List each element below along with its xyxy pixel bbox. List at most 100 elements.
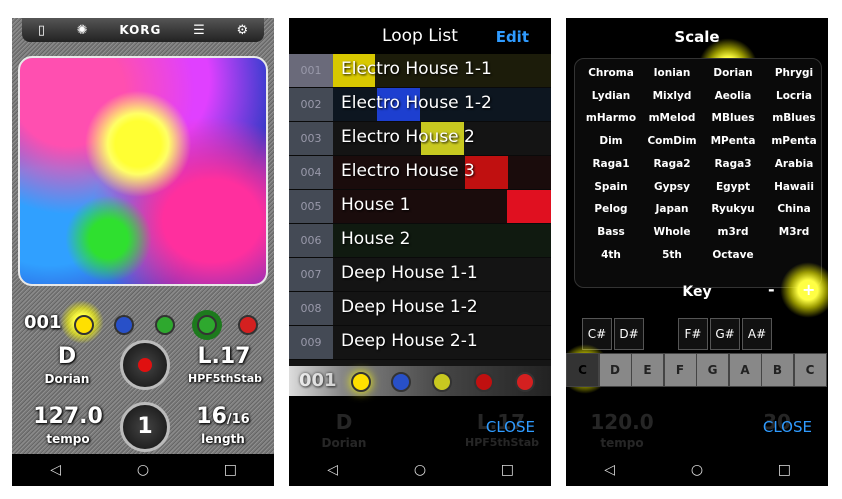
list-item[interactable]: 001 Electro House 1-1 [289, 54, 551, 88]
close-button[interactable]: CLOSE [486, 418, 535, 436]
loop-dot-5[interactable] [238, 315, 258, 335]
recent-apps-icon[interactable]: □ [764, 462, 804, 478]
loop-dot-5[interactable] [515, 372, 535, 392]
key-minus-button[interactable]: - [768, 280, 775, 299]
scale-option[interactable]: mHarmo [581, 112, 641, 124]
list-item[interactable]: 009 Deep House 2-1 [289, 326, 551, 360]
scale-option[interactable]: ComDim [642, 135, 702, 147]
home-icon[interactable]: ○ [123, 462, 163, 478]
back-icon[interactable]: ◁ [590, 462, 630, 478]
piano-key-black[interactable]: A# [742, 318, 772, 350]
loop-dot-3[interactable] [432, 372, 452, 392]
length-value[interactable]: 16/16 [188, 404, 258, 429]
scale-option[interactable]: Aeolia [703, 90, 763, 102]
scale-option[interactable]: MPenta [703, 135, 763, 147]
scale-option[interactable]: Bass [581, 226, 641, 238]
piano-key-black[interactable]: G# [710, 318, 740, 350]
key-value[interactable]: D [42, 344, 92, 369]
scale-grid: Chroma Ionian Dorian Phrygi Lydian Mixlyd Aeol… [574, 58, 822, 288]
recent-apps-icon[interactable]: □ [210, 462, 250, 478]
piano-key-white[interactable]: A [728, 353, 762, 387]
piano-key-black[interactable]: D# [614, 318, 644, 350]
scale-value[interactable]: Dorian [32, 372, 102, 386]
scale-option[interactable]: m3rd [703, 226, 763, 238]
scale-option[interactable]: Mixlyd [642, 90, 702, 102]
loop-dot-2[interactable] [391, 372, 411, 392]
list-item[interactable]: 002 Electro House 1-2 [289, 88, 551, 122]
list-item[interactable]: 008 Deep House 1-2 [289, 292, 551, 326]
scale-option[interactable]: Hawaii [764, 181, 824, 193]
scale-option[interactable]: 4th [581, 249, 641, 261]
piano-key-white[interactable]: D [598, 353, 632, 387]
scale-option[interactable]: MBlues [703, 112, 763, 124]
sound-code[interactable]: L.17 [184, 344, 264, 369]
loop-dot-4[interactable] [197, 315, 217, 335]
loop-dot-1[interactable] [74, 315, 94, 335]
piano-key-white[interactable]: F [663, 353, 697, 387]
back-icon[interactable]: ◁ [36, 462, 76, 478]
close-button[interactable]: CLOSE [763, 418, 812, 436]
scale-option[interactable]: mBlues [764, 112, 824, 124]
loop-number: 008 [289, 292, 333, 325]
piano-key-white[interactable]: C [793, 353, 827, 387]
korg-logo: KORG [119, 23, 162, 37]
piano-key-white[interactable]: G [696, 353, 729, 387]
scale-option[interactable]: Raga3 [703, 158, 763, 170]
scale-option[interactable]: Ionian [642, 67, 702, 79]
piano-key-white[interactable]: B [761, 353, 794, 387]
scale-option[interactable]: Raga1 [581, 158, 641, 170]
scale-option[interactable]: Gypsy [642, 181, 702, 193]
scale-option[interactable]: Ryukyu [703, 203, 763, 215]
scale-option[interactable]: Lydian [581, 90, 641, 102]
scale-option[interactable]: 5th [642, 249, 702, 261]
record-button[interactable] [120, 340, 170, 390]
scale-option[interactable]: Dorian [703, 67, 763, 79]
home-icon[interactable]: ○ [400, 462, 440, 478]
piano-key-white[interactable]: E [631, 353, 664, 387]
sound-name[interactable]: HPF5thStab [180, 372, 270, 385]
scale-option[interactable]: Locria [764, 90, 824, 102]
scale-option[interactable]: Raga2 [642, 158, 702, 170]
loop-dot-3[interactable] [155, 315, 175, 335]
list-icon[interactable]: ☰ [193, 23, 205, 38]
scale-option[interactable]: Egypt [703, 181, 763, 193]
file-icon[interactable]: ▯ [38, 23, 45, 38]
list-item[interactable]: 003 Electro House 2 [289, 122, 551, 156]
scale-option[interactable]: Arabia [764, 158, 824, 170]
sync-icon[interactable]: ✺ [77, 23, 88, 38]
scale-option[interactable]: Spain [581, 181, 641, 193]
edit-button[interactable]: Edit [496, 28, 529, 46]
loop-dot-1[interactable] [351, 372, 371, 392]
tempo-value[interactable]: 127.0 [28, 404, 108, 429]
loop-number: 001 [24, 312, 62, 333]
back-icon[interactable]: ◁ [313, 462, 353, 478]
loop-dot-2[interactable] [114, 315, 134, 335]
scale-option[interactable]: Chroma [581, 67, 641, 79]
recent-apps-icon[interactable]: □ [487, 462, 527, 478]
piano-key-black[interactable]: F# [678, 318, 708, 350]
scale-option[interactable]: Octave [703, 249, 763, 261]
scale-option[interactable]: Whole [642, 226, 702, 238]
key-plus-button[interactable]: + [802, 280, 815, 299]
scale-option[interactable]: Phrygi [764, 67, 824, 79]
home-icon[interactable]: ○ [677, 462, 717, 478]
length-number: 16 [196, 404, 227, 429]
list-item[interactable]: 005 House 1 [289, 190, 551, 224]
scale-option[interactable]: Pelog [581, 203, 641, 215]
scale-option[interactable]: Dim [581, 135, 641, 147]
list-item[interactable]: 004 Electro House 3 [289, 156, 551, 190]
scale-option[interactable]: Japan [642, 203, 702, 215]
scale-option[interactable]: M3rd [764, 226, 824, 238]
scale-option[interactable]: mMelod [642, 112, 702, 124]
list-item[interactable]: 006 House 2 [289, 224, 551, 258]
scale-title: Scale [674, 28, 720, 46]
gear-icon[interactable]: ⚙ [236, 23, 248, 38]
list-item[interactable]: 007 Deep House 1-1 [289, 258, 551, 292]
scale-option[interactable]: China [764, 203, 824, 215]
scale-option[interactable]: mPenta [764, 135, 824, 147]
touch-pad[interactable] [18, 56, 268, 286]
piano-key-white[interactable]: C [566, 353, 599, 387]
loop-dot-4[interactable] [474, 372, 494, 392]
play-count-button[interactable]: 1 [120, 402, 170, 452]
length-label: length [201, 432, 245, 446]
